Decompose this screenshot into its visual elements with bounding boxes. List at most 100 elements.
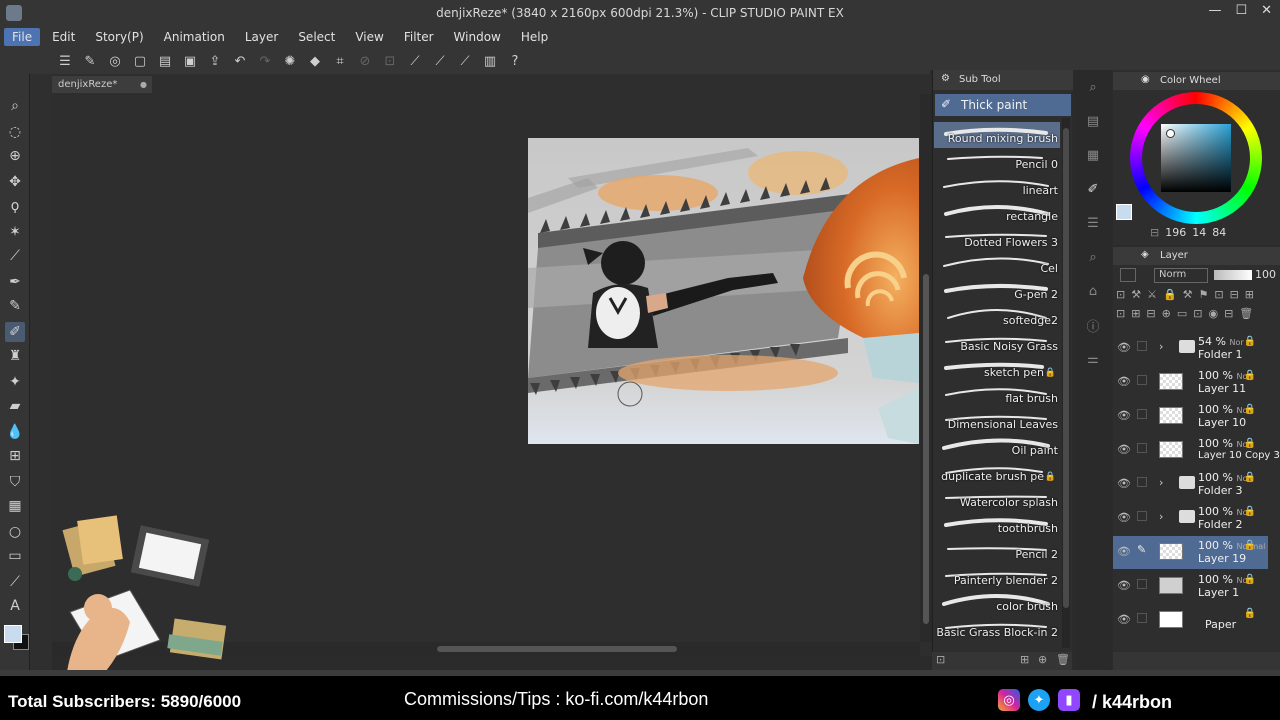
visibility-eye-icon[interactable]: 👁: [1117, 443, 1131, 456]
brush-item[interactable]: Cel: [934, 252, 1060, 278]
visibility-eye-icon[interactable]: 👁: [1117, 375, 1131, 388]
move-icon[interactable]: ✥: [5, 172, 25, 192]
tool-property-icon[interactable]: ✐: [1084, 180, 1102, 198]
open-folder-icon[interactable]: ▤: [156, 52, 174, 70]
visibility-eye-icon[interactable]: 👁: [1117, 409, 1131, 422]
selection-mode-2-icon[interactable]: ⊡: [381, 52, 399, 70]
brush-item[interactable]: Pencil 2: [934, 538, 1060, 564]
maximize-button[interactable]: ☐: [1235, 3, 1247, 18]
folder-expand-chevron-icon[interactable]: ›: [1159, 510, 1163, 523]
layer-row[interactable]: 👁 Paper 🔒: [1113, 604, 1268, 637]
menu-edit[interactable]: Edit: [44, 28, 83, 46]
operation-icon[interactable]: ⊕: [5, 146, 25, 166]
save-icon[interactable]: ▣: [181, 52, 199, 70]
layer-row[interactable]: 👁 100 % Nor Layer 10 🔒: [1113, 400, 1268, 433]
adjust-icon[interactable]: ⚌: [1084, 350, 1102, 368]
brush-item[interactable]: sketch pen 🔒: [934, 356, 1060, 382]
shape-icon[interactable]: ○: [5, 522, 25, 542]
info-icon[interactable]: ⓘ: [1084, 316, 1102, 335]
lasso-icon[interactable]: ◌: [5, 122, 25, 142]
brush-size-icon[interactable]: ☰: [1084, 214, 1102, 232]
minimize-button[interactable]: —: [1208, 3, 1221, 18]
layer-lock-icon[interactable]: 🔒: [1244, 506, 1256, 517]
help-icon[interactable]: ?: [506, 52, 524, 70]
sub-tool-settings-icon[interactable]: ⊡: [936, 653, 945, 666]
navigator-icon[interactable]: ⌕: [1084, 78, 1102, 96]
visibility-eye-icon[interactable]: 👁: [1117, 477, 1131, 490]
menu-select[interactable]: Select: [290, 28, 343, 46]
copy-sub-tool-icon[interactable]: ⊞: [1020, 653, 1029, 666]
visibility-eye-icon[interactable]: 👁: [1117, 579, 1131, 592]
brush-item[interactable]: toothbrush: [934, 512, 1060, 538]
opacity-value[interactable]: 100: [1255, 268, 1276, 281]
saturation-value-square[interactable]: [1161, 124, 1231, 192]
layer-tool-row-1-icon[interactable]: ⊡⚒⚔🔒⚒⚑⊡⊟⊞: [1116, 288, 1278, 301]
redo-icon[interactable]: ↷: [256, 52, 274, 70]
airbrush-icon[interactable]: ♜: [5, 346, 25, 366]
brush-item[interactable]: Painterly blender 2: [934, 564, 1060, 590]
fill-bucket-icon[interactable]: ⛉: [5, 472, 25, 492]
brush-item[interactable]: Oil paint: [934, 434, 1060, 460]
folder-expand-chevron-icon[interactable]: ›: [1159, 476, 1163, 489]
menu-animation[interactable]: Animation: [156, 28, 233, 46]
selection-mode-icon[interactable]: ⊘: [356, 52, 374, 70]
brush-item[interactable]: Dimensional Leaves: [934, 408, 1060, 434]
layer-edit-toggle[interactable]: [1137, 409, 1147, 419]
ruler-3-icon[interactable]: ⟋: [456, 52, 474, 70]
current-color-swatch[interactable]: [1116, 204, 1132, 220]
brush-item[interactable]: rectangle: [934, 200, 1060, 226]
export-icon[interactable]: ⇪: [206, 52, 224, 70]
canvas-vertical-scrollbar[interactable]: [920, 94, 932, 642]
gradient-icon[interactable]: ▦: [5, 496, 25, 516]
tab-close-icon[interactable]: ●: [140, 80, 147, 89]
menu-help[interactable]: Help: [513, 28, 556, 46]
layer-row[interactable]: 👁 › 54 % Nor Folder 1 🔒: [1113, 332, 1268, 365]
layer-lock-icon[interactable]: 🔒: [1244, 472, 1256, 483]
menu-filter[interactable]: Filter: [396, 28, 442, 46]
material-icon[interactable]: ▦: [1084, 146, 1102, 164]
pen-icon[interactable]: ✒: [5, 272, 25, 292]
layer-edit-toggle[interactable]: [1137, 443, 1147, 453]
decoration-icon[interactable]: ✦: [5, 372, 25, 392]
zoom-icon[interactable]: ⌕: [5, 96, 25, 116]
sub-tool-group-thick-paint[interactable]: ✐ Thick paint: [935, 94, 1071, 116]
select-lasso-icon[interactable]: ϙ: [5, 196, 25, 216]
transform-icon[interactable]: ⌗: [331, 52, 349, 70]
brush-item[interactable]: lineart: [934, 174, 1060, 200]
saturation-value[interactable]: 14: [1192, 226, 1206, 240]
eyedropper-icon[interactable]: ⟋: [5, 246, 25, 266]
layer-color-icon[interactable]: [1120, 268, 1136, 282]
brush-item[interactable]: Basic Noisy Grass: [934, 330, 1060, 356]
brush-item[interactable]: Basic Grass Block-in 2: [934, 616, 1060, 642]
close-button[interactable]: ✕: [1261, 3, 1272, 18]
layer-row[interactable]: 👁 100 % Nor Layer 11 🔒: [1113, 366, 1268, 399]
blend-icon[interactable]: 💧: [5, 422, 25, 442]
sub-tool-scrollbar[interactable]: [1062, 118, 1070, 648]
opacity-slider[interactable]: [1214, 270, 1252, 280]
main-sub-color[interactable]: [3, 620, 33, 660]
visibility-eye-icon[interactable]: 👁: [1117, 341, 1131, 354]
layer-row[interactable]: 👁 100 % Nor Layer 1 🔒: [1113, 570, 1268, 603]
visibility-eye-icon[interactable]: 👁: [1117, 613, 1131, 626]
artwork-canvas[interactable]: [528, 138, 919, 444]
fill-icon[interactable]: ◆: [306, 52, 324, 70]
layer-edit-toggle[interactable]: [1137, 613, 1147, 623]
layer-row[interactable]: 👁 ✎ 100 % Normal Layer 19 🔒: [1113, 536, 1268, 569]
delete-sub-tool-icon[interactable]: 🗑: [1056, 653, 1070, 666]
layer-edit-toggle[interactable]: [1137, 375, 1147, 385]
eraser-icon[interactable]: ▰: [5, 396, 25, 416]
brightness-value[interactable]: 84: [1212, 226, 1226, 240]
ruler-2-icon[interactable]: ⟋: [431, 52, 449, 70]
layer-edit-toggle[interactable]: [1137, 477, 1147, 487]
menu-layer[interactable]: Layer: [237, 28, 286, 46]
tablet-icon[interactable]: ▥: [481, 52, 499, 70]
layer-lock-icon[interactable]: 🔒: [1244, 608, 1256, 619]
settings-gear-icon[interactable]: ✺: [281, 52, 299, 70]
layer-lock-icon[interactable]: 🔒: [1244, 404, 1256, 415]
brush-item[interactable]: Dotted Flowers 3: [934, 226, 1060, 252]
hamburger-menu-icon[interactable]: ☰: [56, 52, 74, 70]
layer-lock-icon[interactable]: 🔒: [1244, 540, 1256, 551]
layer-lock-icon[interactable]: 🔒: [1244, 438, 1256, 449]
layer-row[interactable]: 👁 100 % Nor Layer 10 Copy 3 🔒: [1113, 434, 1280, 467]
layer-row[interactable]: 👁 › 100 % Nc Folder 3 🔒: [1113, 468, 1268, 501]
